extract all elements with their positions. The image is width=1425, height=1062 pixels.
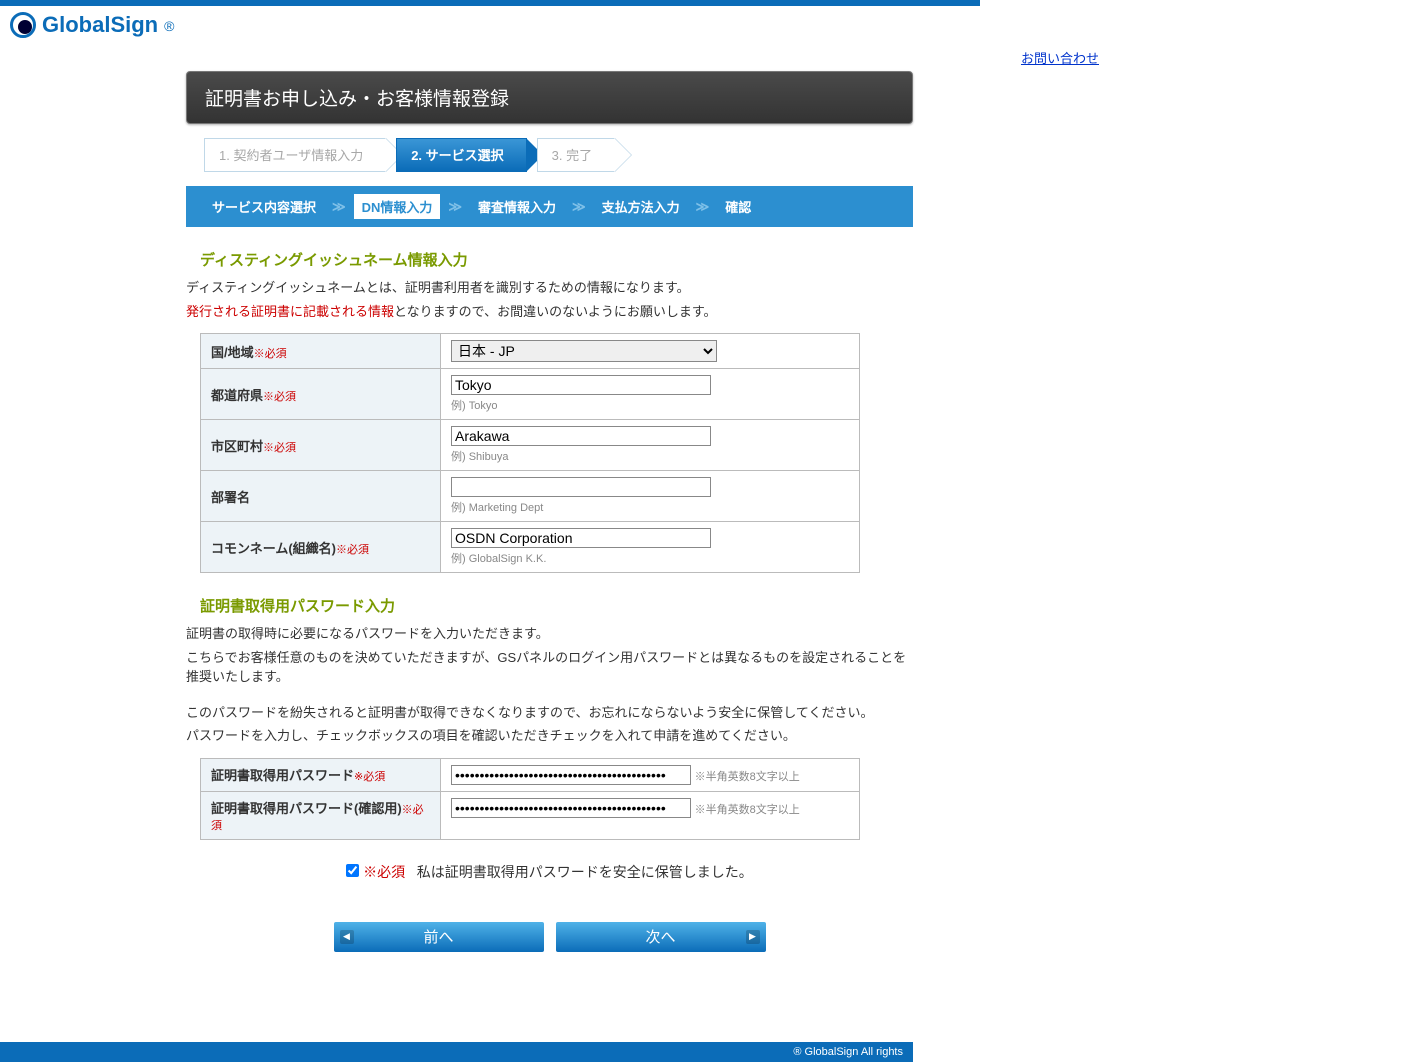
prev-button[interactable]: ◀ 前へ <box>334 922 544 952</box>
pw-p3: このパスワードを紛失されると証明書が取得できなくなりますので、お忘れにならないよ… <box>186 703 913 723</box>
required-mark: ※必須 <box>336 544 369 556</box>
next-label: 次へ <box>645 929 675 946</box>
chevron-icon: ≫ <box>696 199 710 215</box>
arrow-left-icon: ◀ <box>340 930 354 944</box>
confirm-text: 私は証明書取得用パスワードを安全に保管しました。 <box>417 864 753 880</box>
required-mark: ※必須 <box>354 771 385 783</box>
dn-section-title: ディスティングイッシュネーム情報入力 <box>200 249 913 270</box>
copyright: ® GlobalSign All rights <box>793 1046 903 1058</box>
pw-p2: こちらでお客様任意のものを決めていただきますが、GSパネルのログイン用パスワード… <box>186 648 913 687</box>
brand-logo: GlobalSign ® <box>10 12 174 38</box>
substep-dn: DN情報入力 <box>354 194 441 219</box>
confirm-row: ※必須 私は証明書取得用パスワードを安全に保管しました。 <box>186 862 913 882</box>
step-2: 2. サービス選択 <box>396 138 526 172</box>
country-label: 国/地域 <box>211 345 254 360</box>
logo-eye-icon <box>10 12 36 38</box>
chevron-icon: ≫ <box>332 199 346 215</box>
cn-input[interactable] <box>451 528 711 548</box>
required-mark: ※必須 <box>254 348 287 360</box>
city-hint: 例) Shibuya <box>451 448 849 464</box>
dept-hint: 例) Marketing Dept <box>451 499 849 515</box>
pw-input[interactable] <box>451 765 691 785</box>
country-select[interactable]: 日本 - JP <box>451 340 717 362</box>
pref-hint: 例) Tokyo <box>451 397 849 413</box>
pw-section-title: 証明書取得用パスワード入力 <box>200 595 913 616</box>
wizard-steps: 1. 契約者ユーザ情報入力 2. サービス選択 3. 完了 <box>204 138 913 172</box>
pw-label: 証明書取得用パスワード <box>211 768 354 783</box>
confirm-required: ※必須 <box>363 864 405 880</box>
city-input[interactable] <box>451 426 711 446</box>
prev-label: 前へ <box>423 929 453 946</box>
brand-dot: ® <box>164 18 174 34</box>
dn-desc-2: 発行される証明書に記載される情報となりますので、お間違いのないようにお願いします… <box>186 302 913 322</box>
nav-buttons: ◀ 前へ 次へ ▶ <box>186 922 913 952</box>
dept-label: 部署名 <box>211 490 250 505</box>
substep-confirm[interactable]: 確認 <box>717 194 759 219</box>
confirm-checkbox[interactable] <box>346 864 359 877</box>
pw-p4: パスワードを入力し、チェックボックスの項目を確認いただきチェックを入れて申請を進… <box>186 726 913 746</box>
substep-review[interactable]: 審査情報入力 <box>470 194 564 219</box>
city-label: 市区町村 <box>211 439 263 454</box>
chevron-icon: ≫ <box>572 199 586 215</box>
required-mark: ※必須 <box>263 442 296 454</box>
pw-confirm-note: ※半角英数8文字以上 <box>695 804 800 816</box>
pref-input[interactable] <box>451 375 711 395</box>
dn-desc-2-highlight: 発行される証明書に記載される情報 <box>186 304 394 319</box>
step-3: 3. 完了 <box>537 138 615 172</box>
dn-desc-1: ディスティングイッシュネームとは、証明書利用者を識別するための情報になります。 <box>186 278 913 298</box>
arrow-right-icon: ▶ <box>746 930 760 944</box>
required-mark: ※必須 <box>263 391 296 403</box>
contact-link[interactable]: お問い合わせ <box>1021 51 1099 66</box>
substep-service[interactable]: サービス内容選択 <box>204 194 324 219</box>
chevron-icon: ≫ <box>448 199 462 215</box>
next-button[interactable]: 次へ ▶ <box>556 922 766 952</box>
pw-note: ※半角英数8文字以上 <box>695 771 800 783</box>
pref-label: 都道府県 <box>211 388 263 403</box>
pw-form-table: 証明書取得用パスワード※必須 ※半角英数8文字以上 証明書取得用パスワード(確認… <box>200 758 860 840</box>
pw-confirm-label: 証明書取得用パスワード(確認用) <box>211 801 402 816</box>
footer: ® GlobalSign All rights <box>0 1042 913 1062</box>
step-1: 1. 契約者ユーザ情報入力 <box>204 138 386 172</box>
pw-confirm-input[interactable] <box>451 798 691 818</box>
page-title: 証明書お申し込み・お客様情報登録 <box>186 71 913 124</box>
substep-payment[interactable]: 支払方法入力 <box>594 194 688 219</box>
brand-name: GlobalSign <box>42 12 158 38</box>
header-row: GlobalSign ® <box>0 6 980 42</box>
substep-bar: サービス内容選択 ≫ DN情報入力 ≫ 審査情報入力 ≫ 支払方法入力 ≫ 確認 <box>186 186 913 227</box>
pw-p1: 証明書の取得時に必要になるパスワードを入力いただきます。 <box>186 624 913 644</box>
cn-label: コモンネーム(組織名) <box>211 541 336 556</box>
cn-hint: 例) GlobalSign K.K. <box>451 550 849 566</box>
dept-input[interactable] <box>451 477 711 497</box>
dn-desc-2-rest: となりますので、お間違いのないようにお願いします。 <box>394 304 717 319</box>
dn-form-table: 国/地域※必須 日本 - JP 都道府県※必須 例) Tokyo 市区 <box>200 333 860 573</box>
